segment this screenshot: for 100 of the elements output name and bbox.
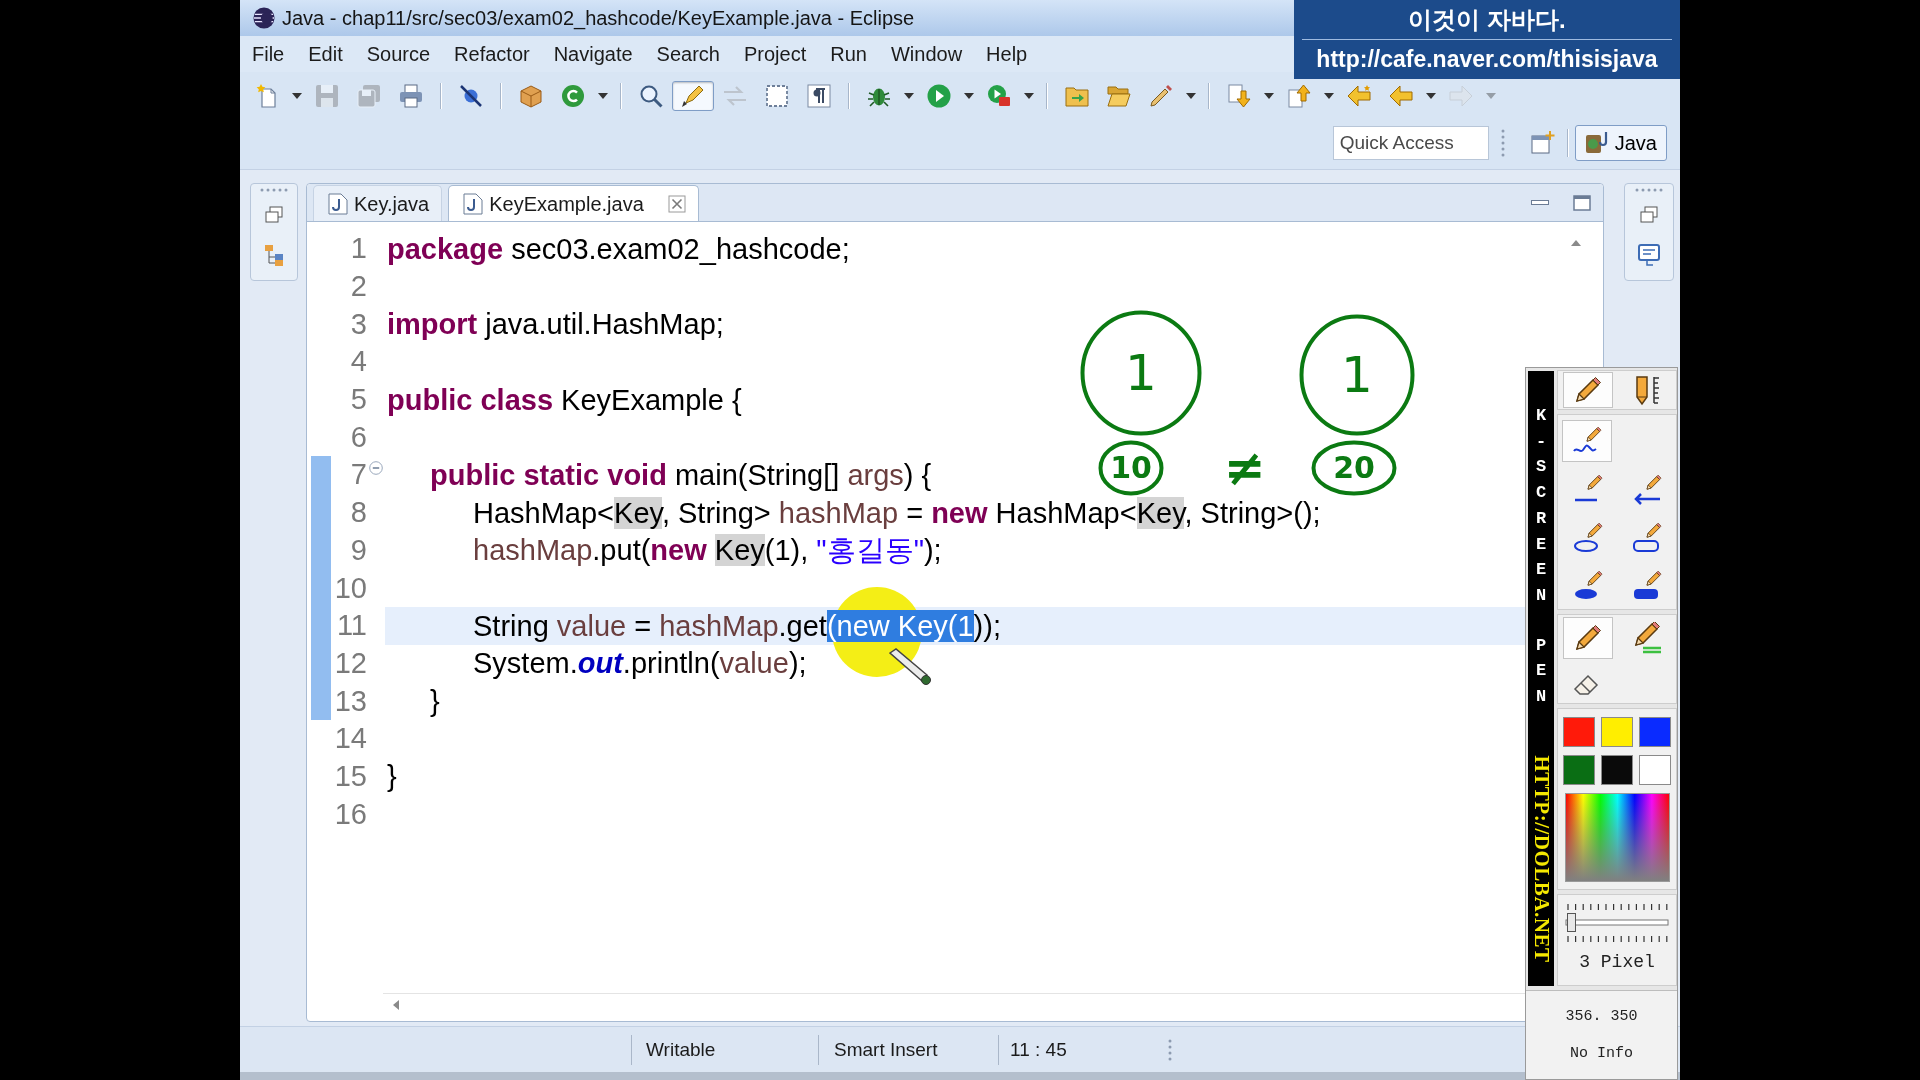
code-line: hashMap.put(new Key(1), "홍길동"); xyxy=(473,534,942,567)
java-perspective-icon xyxy=(1584,131,1609,156)
coordinates-readout: 356. 350 xyxy=(1565,1009,1638,1024)
code-line: } xyxy=(430,685,440,718)
line-number: 9 xyxy=(350,535,367,565)
collapse-icon[interactable] xyxy=(369,461,383,476)
line-number: 4 xyxy=(350,347,367,377)
scroll-up-icon[interactable] xyxy=(1571,240,1581,246)
color-spectrum[interactable] xyxy=(1564,793,1670,882)
toolbar-button[interactable] xyxy=(672,80,714,111)
menu-item[interactable]: Project xyxy=(732,44,819,64)
menu-item[interactable]: Navigate xyxy=(541,44,645,64)
line-number: 7 xyxy=(350,460,367,490)
close-icon[interactable] xyxy=(667,194,686,213)
code-line: import java.util.HashMap; xyxy=(387,308,724,341)
slider-reading: 3 Pixel xyxy=(1579,953,1655,971)
handwritten-number: 10 xyxy=(1110,453,1152,483)
handwritten-number: 1 xyxy=(1125,348,1157,398)
rectangle-pen-icon xyxy=(1630,521,1663,553)
grip-icon[interactable] xyxy=(260,188,288,192)
perspective-button[interactable]: Java xyxy=(1574,125,1667,162)
banner-url: http://cafe.naver.com/thisisjava xyxy=(1316,48,1658,71)
color-swatch-icon[interactable] xyxy=(1563,755,1595,785)
line-number: 8 xyxy=(350,498,367,528)
dropdown-caret-icon[interactable] xyxy=(1264,92,1274,99)
pen-tool-button[interactable] xyxy=(1561,420,1612,462)
grip-icon[interactable] xyxy=(1168,1038,1172,1061)
line-number: 13 xyxy=(334,686,367,716)
website-url: HTTP://DOLBA.NET xyxy=(1530,755,1552,963)
window-plus-icon xyxy=(1530,131,1555,156)
dropdown-caret-icon[interactable] xyxy=(292,92,302,99)
code-line: HashMap<Key, String> hashMap = new HashMap<Key, String>(); xyxy=(473,496,1321,529)
banner-title: 이것이 자바다. xyxy=(1408,7,1566,32)
slider-thumb[interactable] xyxy=(1566,913,1576,932)
ink-oval xyxy=(1098,440,1164,496)
code-line: package sec03.exam02_hashcode; xyxy=(387,232,850,265)
editor-tab[interactable]: Key.java xyxy=(313,185,443,221)
dropdown-caret-icon[interactable] xyxy=(964,92,974,99)
grip-icon[interactable] xyxy=(1500,129,1505,158)
menu-item[interactable]: Refactor xyxy=(442,44,542,64)
panel-icon[interactable] xyxy=(1638,244,1660,266)
hierarchy-icon[interactable] xyxy=(264,244,284,266)
minimize-icon[interactable] xyxy=(1531,200,1549,205)
menu-item[interactable]: Search xyxy=(644,44,732,64)
app-icon xyxy=(253,7,275,29)
menu-item[interactable]: Help xyxy=(974,44,1040,64)
file-icon xyxy=(328,192,348,215)
pen-width-slider[interactable] xyxy=(1565,903,1669,943)
pen-tool-button[interactable] xyxy=(1562,372,1613,408)
line-number: 15 xyxy=(334,761,367,791)
pen-cursor-icon xyxy=(888,648,932,686)
code-line: } xyxy=(387,760,397,793)
dropdown-caret-icon[interactable] xyxy=(598,92,608,99)
maximize-icon[interactable] xyxy=(1573,194,1591,211)
line-number: 14 xyxy=(334,724,367,754)
vertical-title: K-SCREEN xyxy=(1534,405,1548,607)
line-number: 5 xyxy=(350,385,367,415)
code-line: public class KeyExample { xyxy=(387,383,742,416)
handwritten-number: 20 xyxy=(1333,453,1375,483)
handwritten-number: 1 xyxy=(1341,350,1373,400)
menu-item[interactable]: Run xyxy=(818,44,879,64)
menu-item[interactable]: Window xyxy=(878,44,975,64)
color-swatch-icon[interactable] xyxy=(1639,755,1671,785)
status-field: 11 : 45 xyxy=(1010,1040,1067,1059)
dropdown-caret-icon[interactable] xyxy=(904,92,914,99)
dropdown-caret-icon[interactable] xyxy=(1186,92,1196,99)
dropdown-caret-icon[interactable] xyxy=(1426,92,1436,99)
line-number: 16 xyxy=(334,799,367,829)
menu-item[interactable]: Edit xyxy=(296,44,355,64)
line-number: 10 xyxy=(334,573,367,603)
quick-access-field[interactable]: Quick Access xyxy=(1332,126,1489,161)
restore-icon[interactable] xyxy=(1640,206,1658,223)
restore-icon[interactable] xyxy=(265,206,283,223)
window-title: Java - chap11/src/sec03/exam02_hashcode/KeyExample.java - Eclipse xyxy=(282,8,915,28)
line-number: 2 xyxy=(350,272,367,302)
menu-item[interactable]: Source xyxy=(354,44,443,64)
grip-icon[interactable] xyxy=(1635,188,1663,192)
color-swatch-icon[interactable] xyxy=(1639,717,1671,747)
file-icon xyxy=(463,192,484,215)
menu-item[interactable]: File xyxy=(240,44,297,64)
line-number: 12 xyxy=(334,648,367,678)
color-swatch-icon[interactable] xyxy=(1601,717,1633,747)
code-line: System.out.println(value); xyxy=(473,647,807,680)
dropdown-caret-icon[interactable] xyxy=(1324,92,1334,99)
line-number: 6 xyxy=(350,422,367,452)
pen-tool-button[interactable] xyxy=(1562,617,1613,659)
status-field: Smart Insert xyxy=(834,1040,938,1059)
status-field: Writable xyxy=(646,1040,716,1059)
ellipse-pen-icon xyxy=(1571,521,1604,553)
vertical-title: PEN xyxy=(1534,634,1548,709)
dropdown-caret-icon[interactable] xyxy=(1024,92,1034,99)
line-number: 11 xyxy=(336,611,367,641)
line-number: 1 xyxy=(350,234,367,264)
handwritten-sign: ≠ xyxy=(1224,443,1266,493)
code-line: public static void main(String[] args) { xyxy=(430,458,932,491)
line-number: 3 xyxy=(350,309,367,339)
color-swatch-icon[interactable] xyxy=(1563,717,1595,747)
editor-tab[interactable]: KeyExample.java xyxy=(448,185,699,221)
color-swatch-icon[interactable] xyxy=(1601,755,1633,785)
scroll-left-icon[interactable] xyxy=(393,999,399,1010)
